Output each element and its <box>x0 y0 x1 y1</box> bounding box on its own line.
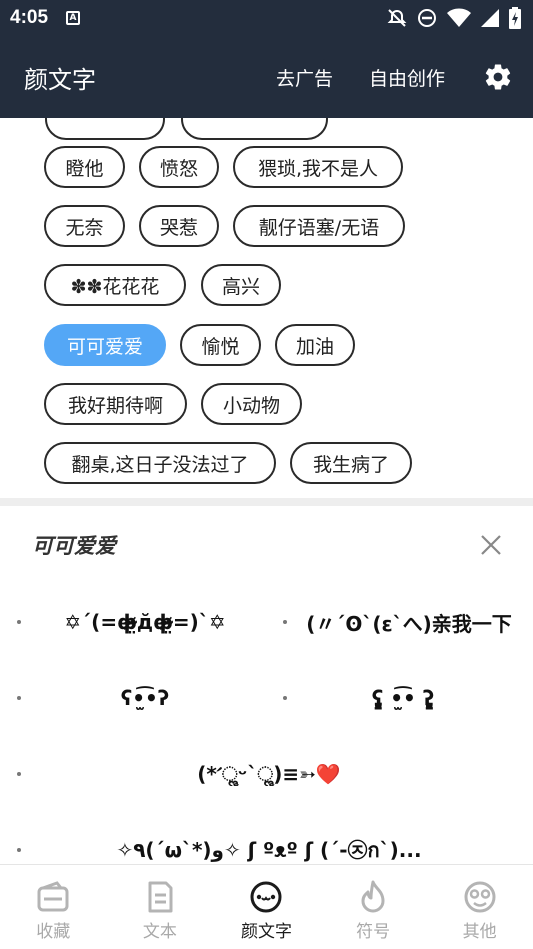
tag-chip[interactable]: 翻桌,这日子没法过了 <box>44 442 276 484</box>
app-bar: 颜文字 去广告 自由创作 <box>0 36 533 118</box>
tag-chip[interactable]: 瞪他 <box>44 146 125 188</box>
kaomoji-item[interactable]: ʕ̡̢̡̧ •̫͡• ʔ̢̡̢̣̣̣̣ <box>283 660 519 736</box>
status-time: 4:05 <box>10 7 49 28</box>
wifi-icon <box>447 8 471 27</box>
tag-chip[interactable]: ✽✽花花花 <box>44 264 186 306</box>
tag-chip[interactable]: 加油 <box>275 324 355 366</box>
signal-icon <box>481 9 499 27</box>
nav-other[interactable]: 其他 <box>426 865 533 949</box>
tag-chip[interactable]: 我生病了 <box>290 442 412 484</box>
close-icon[interactable] <box>477 531 505 559</box>
section-divider <box>0 498 533 506</box>
tag-chip[interactable]: 哭惹 <box>139 205 219 247</box>
nav-kaomoji[interactable]: 颜文字 <box>213 865 320 949</box>
do-not-disturb-bell-icon <box>387 9 407 27</box>
tag-chip[interactable]: 高兴 <box>201 264 281 306</box>
kaomoji-text: ✧٩(ˊωˋ*)و✧ ʃ ºᴥº ʃ (´-㉨ก`)... <box>116 838 422 862</box>
app-title: 颜文字 <box>24 65 96 94</box>
tag-chip[interactable]: 靓仔语塞/无语 <box>233 205 405 247</box>
settings-gear-icon[interactable] <box>481 60 515 94</box>
kaomoji-face-icon <box>250 881 282 913</box>
kaomoji-list: ✡ˊ(=ф̴̶̷̤д̆ф̴̶̷̤=)ˋ✡ (〃´ʘ`(ε`へ)亲我一下 ʕ•̫͡… <box>0 584 533 864</box>
tag-chip[interactable] <box>181 118 328 140</box>
panel-header: 可可爱爱 <box>0 506 533 584</box>
nav-text[interactable]: 文本 <box>107 865 214 949</box>
kaomoji-text: ✡ˊ(=ф̴̶̷̤д̆ф̴̶̷̤=)ˋ✡ <box>64 610 226 634</box>
status-icons <box>387 7 521 29</box>
tag-chip[interactable]: 无奈 <box>44 205 125 247</box>
kaomoji-text-part: (*ˊૢᵕˋૢ)≡➳ <box>197 762 316 786</box>
kaomoji-item[interactable]: (〃´ʘ`(ε`へ)亲我一下 <box>283 584 519 660</box>
nav-symbols[interactable]: 符号 <box>320 865 427 949</box>
nav-favorites[interactable]: 收藏 <box>0 865 107 949</box>
tag-chip[interactable]: 猥琐,我不是人 <box>233 146 403 188</box>
tag-chip-selected[interactable]: 可可爱爱 <box>44 324 166 366</box>
battery-charging-icon <box>509 7 521 29</box>
document-icon <box>148 881 173 913</box>
nav-label: 颜文字 <box>240 922 292 942</box>
kaomoji-text: (*ˊૢᵕˋૢ)≡➳❤️ <box>21 762 517 786</box>
kaomoji-item[interactable]: (*ˊૢᵕˋૢ)≡➳❤️ <box>17 736 517 812</box>
flame-icon <box>361 880 385 913</box>
tag-chip[interactable]: 小动物 <box>201 383 302 425</box>
kaomoji-item[interactable]: ✧٩(ˊωˋ*)و✧ ʃ ºᴥº ʃ (´-㉨ก`)... <box>17 812 517 864</box>
panel-title: 可可爱爱 <box>32 534 116 558</box>
remove-ads-button[interactable]: 去广告 <box>276 64 333 91</box>
notification-icon: A <box>66 11 81 25</box>
kaomoji-item[interactable]: ✡ˊ(=ф̴̶̷̤д̆ф̴̶̷̤=)ˋ✡ <box>17 584 269 660</box>
bottom-nav: 收藏 文本 颜文字 符号 其他 <box>0 864 533 949</box>
free-create-button[interactable]: 自由创作 <box>369 64 445 91</box>
kaomoji-text: ʕ•̫͡•ʔ <box>120 686 170 710</box>
kaomoji-item[interactable]: ʕ•̫͡•ʔ <box>17 660 269 736</box>
status-bar: 4:05 A <box>0 0 533 36</box>
kaomoji-text: (〃´ʘ`(ε`へ)亲我一下 <box>306 611 512 636</box>
heart-icon: ❤️ <box>315 762 341 786</box>
tag-list: 瞪他 愤怒 猥琐,我不是人 无奈 哭惹 靓仔语塞/无语 ✽✽花花花 高兴 可可爱… <box>0 118 533 498</box>
nav-label: 其他 <box>462 922 497 942</box>
nav-label: 收藏 <box>36 922 71 942</box>
smiley-face-icon <box>464 881 496 913</box>
nav-label: 符号 <box>356 922 391 942</box>
tag-chip[interactable]: 愉悦 <box>180 324 261 366</box>
app-bar-actions: 去广告 自由创作 <box>240 60 515 94</box>
tag-chip[interactable] <box>45 118 165 140</box>
nav-label: 文本 <box>142 922 177 942</box>
wallet-icon <box>37 881 69 912</box>
tag-chip[interactable]: 愤怒 <box>139 146 219 188</box>
kaomoji-text: ʕ̡̢̡̧ •̫͡• ʔ̢̡̢̣̣̣̣ <box>371 686 435 710</box>
tag-chip[interactable]: 我好期待啊 <box>44 383 187 425</box>
dnd-minus-icon <box>418 9 436 27</box>
